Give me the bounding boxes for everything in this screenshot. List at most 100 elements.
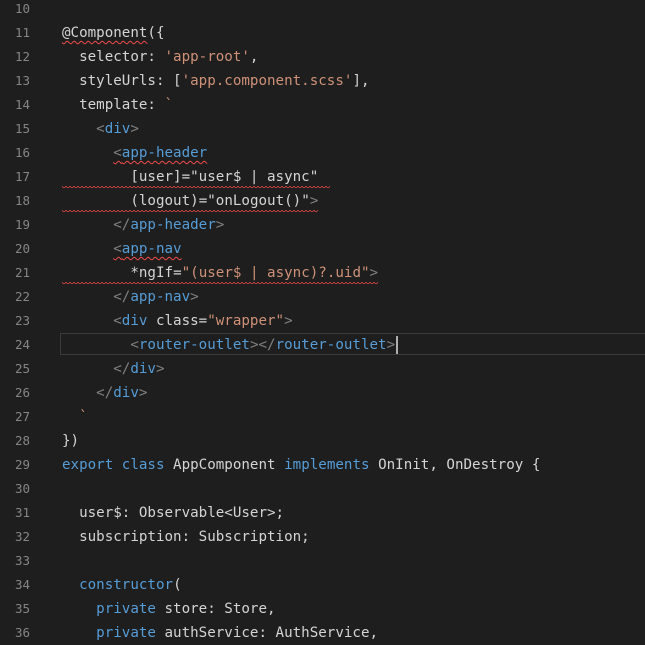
code-token: > <box>369 265 379 281</box>
code-line[interactable]: user$: Observable<User>; <box>62 501 284 525</box>
code-line[interactable]: </div> <box>62 381 147 405</box>
code-line[interactable]: private store: Store, <box>62 597 276 621</box>
code-token: *ngIf <box>130 265 174 281</box>
code-token: < <box>130 337 139 353</box>
code-token: store: Store, <box>155 601 276 617</box>
code-token: implements <box>284 457 370 473</box>
code-token: > <box>190 289 199 305</box>
code-token: ({ <box>147 25 165 41</box>
code-token-error: @Component <box>62 25 148 41</box>
line-number: 32 <box>14 529 30 544</box>
line-number: 34 <box>14 577 30 592</box>
code-line[interactable]: subscription: Subscription; <box>62 525 310 549</box>
code-token: export <box>62 457 114 473</box>
code-token: ` <box>79 409 88 425</box>
code-line[interactable]: <app-nav <box>62 237 182 261</box>
code-token-error: < <box>113 241 122 257</box>
code-token: > <box>284 313 293 329</box>
line-number: 24 <box>14 337 30 352</box>
code-token: div <box>113 385 139 401</box>
code-token: div <box>121 313 148 329</box>
code-line[interactable]: <router-outlet></router-outlet> <box>62 333 398 357</box>
code-token-error: < <box>113 145 122 161</box>
code-line[interactable]: ` <box>62 405 88 429</box>
code-line[interactable]: @Component({ <box>62 21 165 45</box>
code-line[interactable]: <div class="wrapper"> <box>62 309 293 333</box>
line-number: 33 <box>14 553 30 568</box>
code-token: ], <box>352 73 370 89</box>
code-token: </ <box>96 385 114 401</box>
code-token: private <box>96 601 156 617</box>
code-token: , <box>249 49 259 65</box>
line-number: 19 <box>14 217 30 232</box>
line-number: 26 <box>14 385 30 400</box>
code-token: div <box>130 361 156 377</box>
line-number: 17 <box>14 169 30 184</box>
code-token: < <box>113 313 122 329</box>
code-line[interactable]: styleUrls: ['app.component.scss'], <box>62 69 370 93</box>
code-token: OnInit, OnDestroy { <box>369 457 541 473</box>
code-token: > <box>215 217 225 233</box>
error-squiggle-line-18 <box>62 210 318 214</box>
code-token: authService: AuthService, <box>155 625 379 641</box>
line-number: 16 <box>14 145 30 160</box>
text-cursor <box>396 336 398 354</box>
code-token: [user] <box>130 169 182 185</box>
code-token: }) <box>62 433 80 449</box>
line-number: 28 <box>14 433 30 448</box>
code-token: AppComponent <box>164 457 285 473</box>
code-line[interactable]: <div> <box>62 117 139 141</box>
code-token: div <box>104 121 131 137</box>
code-token: "user$ | async" <box>190 169 319 185</box>
code-token: app-header <box>130 217 216 233</box>
code-token: "wrapper" <box>207 313 285 329</box>
code-token-error: app-nav <box>121 241 182 257</box>
code-line[interactable]: </div> <box>62 357 165 381</box>
line-number: 27 <box>14 409 30 424</box>
code-token: > <box>309 193 319 209</box>
line-number: 20 <box>14 241 30 256</box>
code-line[interactable]: private authService: AuthService, <box>62 621 378 645</box>
code-token: > <box>130 121 139 137</box>
code-line[interactable]: }) <box>62 429 79 453</box>
code-token: = <box>198 313 208 329</box>
code-line[interactable]: template: ` <box>62 93 173 117</box>
line-number: 12 <box>14 49 30 64</box>
code-token: class <box>147 313 199 329</box>
code-token: 'app-root' <box>164 49 250 65</box>
line-number: 11 <box>14 25 30 40</box>
line-number-gutter: 10 11 12 13 14 15 16 17 18 19 20 21 22 23 24 25 26 27 28 29… <box>0 0 50 642</box>
code-token: > <box>138 385 148 401</box>
line-number: 30 <box>14 481 30 496</box>
code-token: router-outlet <box>138 337 250 353</box>
code-token: 'app.component.scss' <box>181 73 353 89</box>
error-squiggle-line-21 <box>62 282 378 286</box>
code-token: </ <box>113 289 131 305</box>
code-line[interactable]: export class AppComponent implements OnI… <box>62 453 540 477</box>
code-editor[interactable]: 10 11 12 13 14 15 16 17 18 19 20 21 22 23 24 25 26 27 28 29… <box>0 0 645 642</box>
code-token: constructor <box>79 577 174 593</box>
code-token: </ <box>113 217 131 233</box>
code-line[interactable]: constructor( <box>62 573 182 597</box>
code-line[interactable]: <app-header <box>62 141 207 165</box>
line-number: 31 <box>14 505 30 520</box>
code-line[interactable]: </app-header> <box>62 213 224 237</box>
code-line[interactable]: selector: 'app-root', <box>62 45 258 69</box>
code-line[interactable]: </app-nav> <box>62 285 199 309</box>
code-token: selector: <box>62 49 165 65</box>
line-number: 14 <box>14 97 30 112</box>
code-token: ` <box>164 97 174 113</box>
code-token: > <box>155 361 165 377</box>
code-token: </ <box>113 361 131 377</box>
code-token: class <box>121 457 165 473</box>
